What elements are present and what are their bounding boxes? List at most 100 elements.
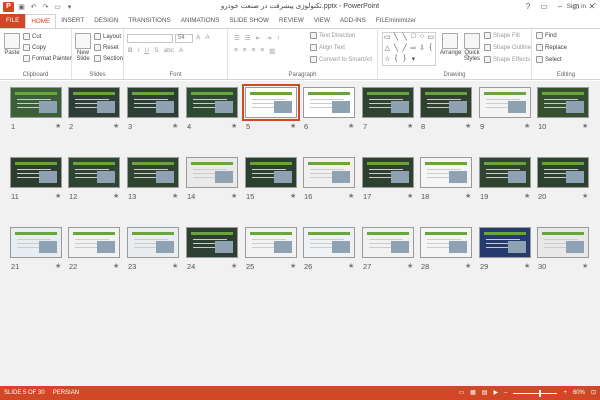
slide-thumbnail[interactable] (127, 87, 179, 118)
rectangle-shape-icon[interactable]: ▭ (426, 33, 435, 44)
transition-star-icon[interactable]: ★ (172, 122, 178, 130)
grow-font-icon[interactable]: A (196, 34, 200, 41)
bullets-icon[interactable]: ☰ (234, 34, 240, 42)
triangle-shape-icon[interactable]: △ (383, 44, 392, 55)
shape-fill-button[interactable]: Shape Fill (484, 32, 520, 39)
slide-thumbnail[interactable] (127, 227, 179, 258)
slide-thumbnail[interactable] (420, 157, 472, 188)
zoom-slider[interactable] (513, 389, 558, 397)
slide-thumbnail[interactable] (303, 157, 355, 188)
transition-star-icon[interactable]: ★ (55, 192, 61, 200)
underline-icon[interactable]: U (145, 47, 150, 54)
shadow-icon[interactable]: abc (164, 47, 174, 54)
tab-file[interactable]: FILE (0, 14, 26, 28)
transition-star-icon[interactable]: ★ (582, 122, 588, 130)
zoom-level[interactable]: 60% (573, 386, 585, 400)
slide-thumbnail[interactable] (68, 87, 120, 118)
slide-thumbnail[interactable] (362, 227, 414, 258)
slide-thumbnail[interactable] (303, 227, 355, 258)
help-icon[interactable]: ? (520, 0, 536, 14)
font-size-box[interactable]: 54 (175, 34, 193, 43)
reading-view-icon[interactable]: ▤ (482, 386, 488, 400)
bold-icon[interactable]: B (128, 47, 133, 54)
language-indicator[interactable]: PERSIAN (53, 386, 79, 400)
cut-button[interactable]: Cut (23, 33, 41, 40)
slide-thumbnail[interactable] (10, 157, 62, 188)
align-center-icon[interactable]: ≡ (243, 47, 247, 55)
slide-thumbnail[interactable] (420, 227, 472, 258)
shape-outline-button[interactable]: Shape Outline (484, 44, 531, 51)
slide-thumbnail[interactable] (186, 87, 238, 118)
find-button[interactable]: Find (536, 32, 557, 39)
align-right-icon[interactable]: ≡ (252, 47, 256, 55)
copy-button[interactable]: Copy (23, 44, 46, 51)
slide-thumbnail[interactable] (362, 157, 414, 188)
transition-star-icon[interactable]: ★ (55, 122, 61, 130)
line-shape-icon[interactable]: ╱ (400, 44, 409, 55)
slide-thumbnail[interactable] (68, 227, 120, 258)
ribbon-display-icon[interactable]: ▭ (536, 0, 552, 14)
justify-icon[interactable]: ≡ (260, 47, 264, 55)
slide-thumbnail[interactable] (245, 227, 297, 258)
slide-thumbnail[interactable] (10, 227, 62, 258)
transition-star-icon[interactable]: ★ (348, 262, 354, 270)
slide-thumbnail[interactable] (479, 157, 531, 188)
slideshow-icon[interactable]: ▭ (53, 3, 62, 12)
oval-shape-icon[interactable]: ○ (418, 33, 427, 44)
slide-thumbnail[interactable] (242, 84, 300, 121)
undo-icon[interactable]: ↶ (29, 3, 38, 12)
zoom-in-icon[interactable]: + (563, 386, 567, 400)
slide-thumbnail[interactable] (68, 157, 120, 188)
tab-view[interactable]: VIEW (309, 14, 335, 28)
normal-view-icon[interactable]: ▭ (458, 386, 464, 400)
slide-thumbnail[interactable] (127, 157, 179, 188)
brace-shape-icon[interactable]: } (400, 55, 409, 66)
layout-button[interactable]: Layout (94, 33, 121, 40)
line-shape-icon[interactable]: ╲ (400, 33, 409, 44)
decrease-indent-icon[interactable]: ⇤ (256, 34, 261, 42)
shrink-font-icon[interactable]: A (205, 34, 209, 41)
slide-thumbnail[interactable] (186, 157, 238, 188)
strikethrough-icon[interactable]: S (154, 47, 158, 54)
tab-animations[interactable]: ANIMATIONS (176, 14, 225, 28)
brace-shape-icon[interactable]: { (392, 55, 401, 66)
transition-star-icon[interactable]: ★ (290, 262, 296, 270)
tab-insert[interactable]: INSERT (56, 14, 89, 28)
slide-thumbnail[interactable] (303, 87, 355, 118)
more-shapes-icon[interactable]: ▾ (409, 55, 418, 66)
transition-star-icon[interactable]: ★ (465, 122, 471, 130)
slide-thumbnail[interactable] (537, 87, 589, 118)
replace-button[interactable]: Replace (536, 44, 567, 51)
shape-effects-button[interactable]: Shape Effects (484, 56, 530, 63)
slide-thumbnail[interactable] (186, 227, 238, 258)
font-color-icon[interactable]: A (179, 47, 183, 54)
slide-thumbnail[interactable] (10, 87, 62, 118)
numbering-icon[interactable]: ☰ (245, 34, 251, 42)
convert-smartart-button[interactable]: Convert to SmartArt (310, 56, 372, 63)
tab-design[interactable]: DESIGN (89, 14, 123, 28)
format-painter-button[interactable]: Format Painter (23, 55, 72, 62)
redo-icon[interactable]: ↷ (41, 3, 50, 12)
paste-button[interactable]: Paste (3, 33, 21, 56)
arrange-button[interactable]: Arrange (440, 33, 461, 56)
font-name-box[interactable] (127, 34, 173, 43)
transition-star-icon[interactable]: ★ (113, 262, 119, 270)
rectangle-shape-icon[interactable]: □ (409, 33, 418, 44)
save-icon[interactable]: ▣ (17, 3, 26, 12)
fit-slide-icon[interactable]: ⊡ (591, 386, 596, 400)
arrow-shape-icon[interactable]: ⇨ (409, 44, 418, 55)
arrow-shape-icon[interactable]: ⇩ (418, 44, 427, 55)
tab-home[interactable]: HOME (25, 14, 57, 29)
zoom-out-icon[interactable]: – (504, 386, 507, 400)
transition-star-icon[interactable]: ★ (582, 192, 588, 200)
slide-thumbnail[interactable] (245, 157, 297, 188)
slide-thumbnail[interactable] (479, 227, 531, 258)
slide-thumbnail[interactable] (362, 87, 414, 118)
text-box-shape-icon[interactable]: ▭ (383, 33, 392, 44)
transition-star-icon[interactable]: ★ (348, 122, 354, 130)
slideshow-view-icon[interactable]: ▶ (493, 386, 498, 400)
slide-thumbnail[interactable] (420, 87, 472, 118)
transition-star-icon[interactable]: ★ (231, 122, 237, 130)
sign-in-link[interactable]: Sign in (567, 2, 586, 12)
transition-star-icon[interactable]: ★ (582, 262, 588, 270)
